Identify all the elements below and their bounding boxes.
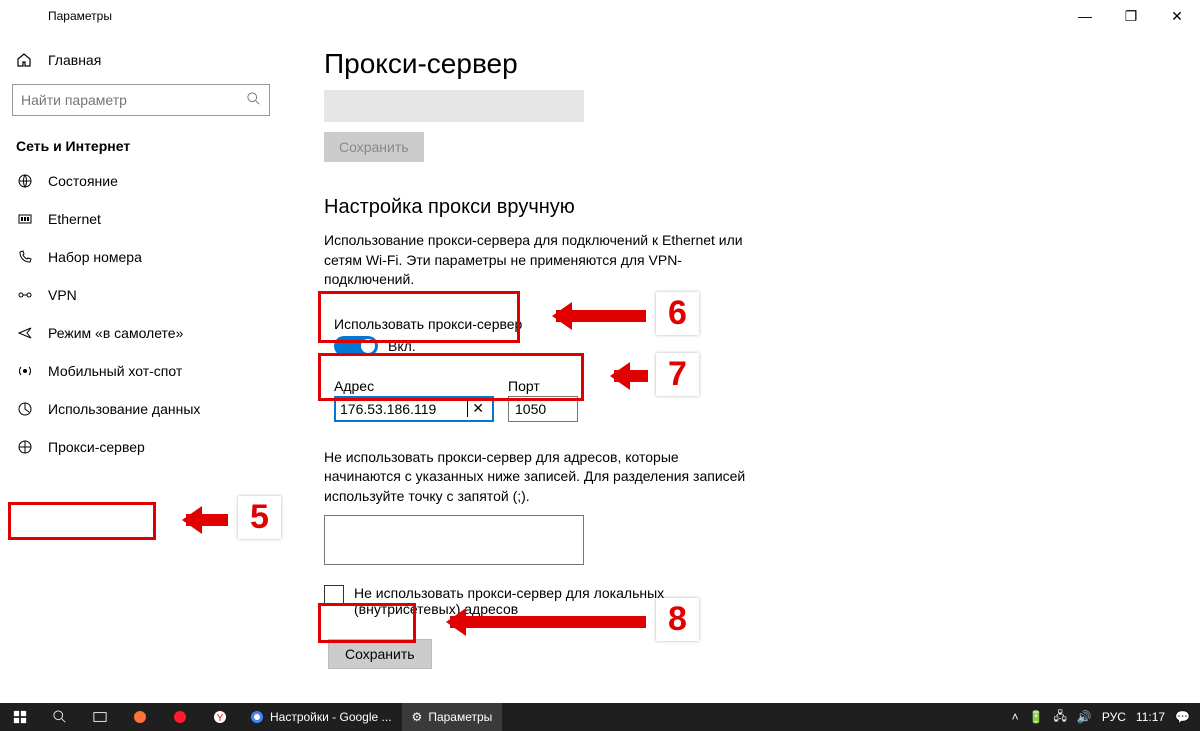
annotation-arrow-8 <box>450 616 646 628</box>
taskview-icon[interactable] <box>80 703 120 731</box>
category-header: Сеть и Интернет <box>0 124 300 162</box>
annotation-number-6: 6 <box>656 292 699 335</box>
opera-icon[interactable] <box>160 703 200 731</box>
yandex-icon[interactable]: Y <box>200 703 240 731</box>
tray-chevron-icon[interactable]: ˄ <box>1012 710 1019 724</box>
tray-network-icon[interactable]: 🖧 <box>1054 707 1067 728</box>
sidebar: Главная Сеть и Интернет Состояние Ethern… <box>0 32 300 702</box>
home-label: Главная <box>48 52 101 68</box>
vpn-icon <box>16 287 34 303</box>
window-title: Параметры <box>48 9 112 23</box>
search-field[interactable] <box>21 92 247 108</box>
airplane-icon <box>16 325 34 341</box>
clear-icon[interactable]: ✕ <box>468 400 488 417</box>
nav-label: Состояние <box>48 173 118 189</box>
tray-clock[interactable]: 11:17 <box>1136 710 1165 724</box>
port-value: 1050 <box>515 401 546 417</box>
sidebar-item-dialup[interactable]: Набор номера <box>0 238 300 276</box>
phone-icon <box>16 249 34 265</box>
exclusions-input[interactable] <box>324 515 584 565</box>
tray-language[interactable]: РУС <box>1102 710 1126 724</box>
nav-label: Использование данных <box>48 401 200 417</box>
nav-label: Режим «в самолете» <box>48 325 183 341</box>
search-input[interactable] <box>12 84 270 116</box>
start-button[interactable] <box>0 703 40 731</box>
sidebar-item-data[interactable]: Использование данных <box>0 390 300 428</box>
nav-label: Ethernet <box>48 211 101 227</box>
annotation-arrow-5 <box>186 514 228 526</box>
titlebar: Параметры — ❐ ✕ <box>0 0 1200 32</box>
maximize-button[interactable]: ❐ <box>1108 0 1154 32</box>
sidebar-item-vpn[interactable]: VPN <box>0 276 300 314</box>
annotation-arrow-7 <box>614 370 648 382</box>
globe-icon <box>16 173 34 189</box>
annotation-number-5: 5 <box>238 496 281 539</box>
hotspot-icon <box>16 363 34 379</box>
annotation-number-8: 8 <box>656 598 699 641</box>
nav-label: Набор номера <box>48 249 142 265</box>
address-value: 176.53.186.119 <box>340 401 467 417</box>
page-title: Прокси-сервер <box>324 48 1200 80</box>
annotation-number-7: 7 <box>656 353 699 396</box>
save-button-disabled: Сохранить <box>324 132 424 162</box>
nav-label: Мобильный хот-спот <box>48 363 182 379</box>
ethernet-icon <box>16 211 34 227</box>
firefox-icon[interactable] <box>120 703 160 731</box>
data-icon <box>16 401 34 417</box>
taskbar-app1-label: Настройки - Google ... <box>270 710 392 724</box>
annotation-arrow-6 <box>556 310 646 322</box>
annotation-box-6 <box>318 291 520 343</box>
section-title: Настройка прокси вручную <box>324 196 1200 219</box>
tray-volume-icon[interactable]: 🔊 <box>1077 710 1092 724</box>
search-taskbar-icon[interactable] <box>40 703 80 731</box>
minimize-button[interactable]: — <box>1062 0 1108 32</box>
sidebar-item-hotspot[interactable]: Мобильный хот-спот <box>0 352 300 390</box>
taskbar[interactable]: Y Настройки - Google ... ⚙ Параметры ˄ 🔋… <box>0 703 1200 731</box>
nav-label: Прокси-сервер <box>48 439 145 455</box>
sidebar-item-ethernet[interactable]: Ethernet <box>0 200 300 238</box>
taskbar-app2-label: Параметры <box>428 710 492 724</box>
proxy-icon <box>16 439 34 455</box>
home-link[interactable]: Главная <box>0 44 300 76</box>
tray-battery-icon[interactable]: 🔋 <box>1029 710 1044 724</box>
annotation-box-7 <box>318 353 584 401</box>
home-icon <box>16 52 34 68</box>
close-button[interactable]: ✕ <box>1154 0 1200 32</box>
search-icon <box>247 92 261 109</box>
taskbar-app-chrome[interactable]: Настройки - Google ... <box>240 703 402 731</box>
svg-text:Y: Y <box>217 713 224 724</box>
exclusions-description: Не использовать прокси-сервер для адресо… <box>324 448 754 507</box>
sidebar-item-proxy[interactable]: Прокси-сервер <box>0 428 300 466</box>
save-button[interactable]: Сохранить <box>328 639 432 669</box>
nav-label: VPN <box>48 287 77 303</box>
annotation-box-5 <box>8 502 156 540</box>
taskbar-app-settings[interactable]: ⚙ Параметры <box>402 703 503 731</box>
script-input-disabled <box>324 90 584 122</box>
gear-icon: ⚙ <box>412 710 423 724</box>
local-addresses-checkbox[interactable] <box>324 585 344 605</box>
sidebar-item-status[interactable]: Состояние <box>0 162 300 200</box>
tray-notifications-icon[interactable]: 💬 <box>1175 710 1190 724</box>
sidebar-item-airplane[interactable]: Режим «в самолете» <box>0 314 300 352</box>
section-description: Использование прокси-сервера для подключ… <box>324 231 754 290</box>
annotation-box-8 <box>318 603 416 643</box>
